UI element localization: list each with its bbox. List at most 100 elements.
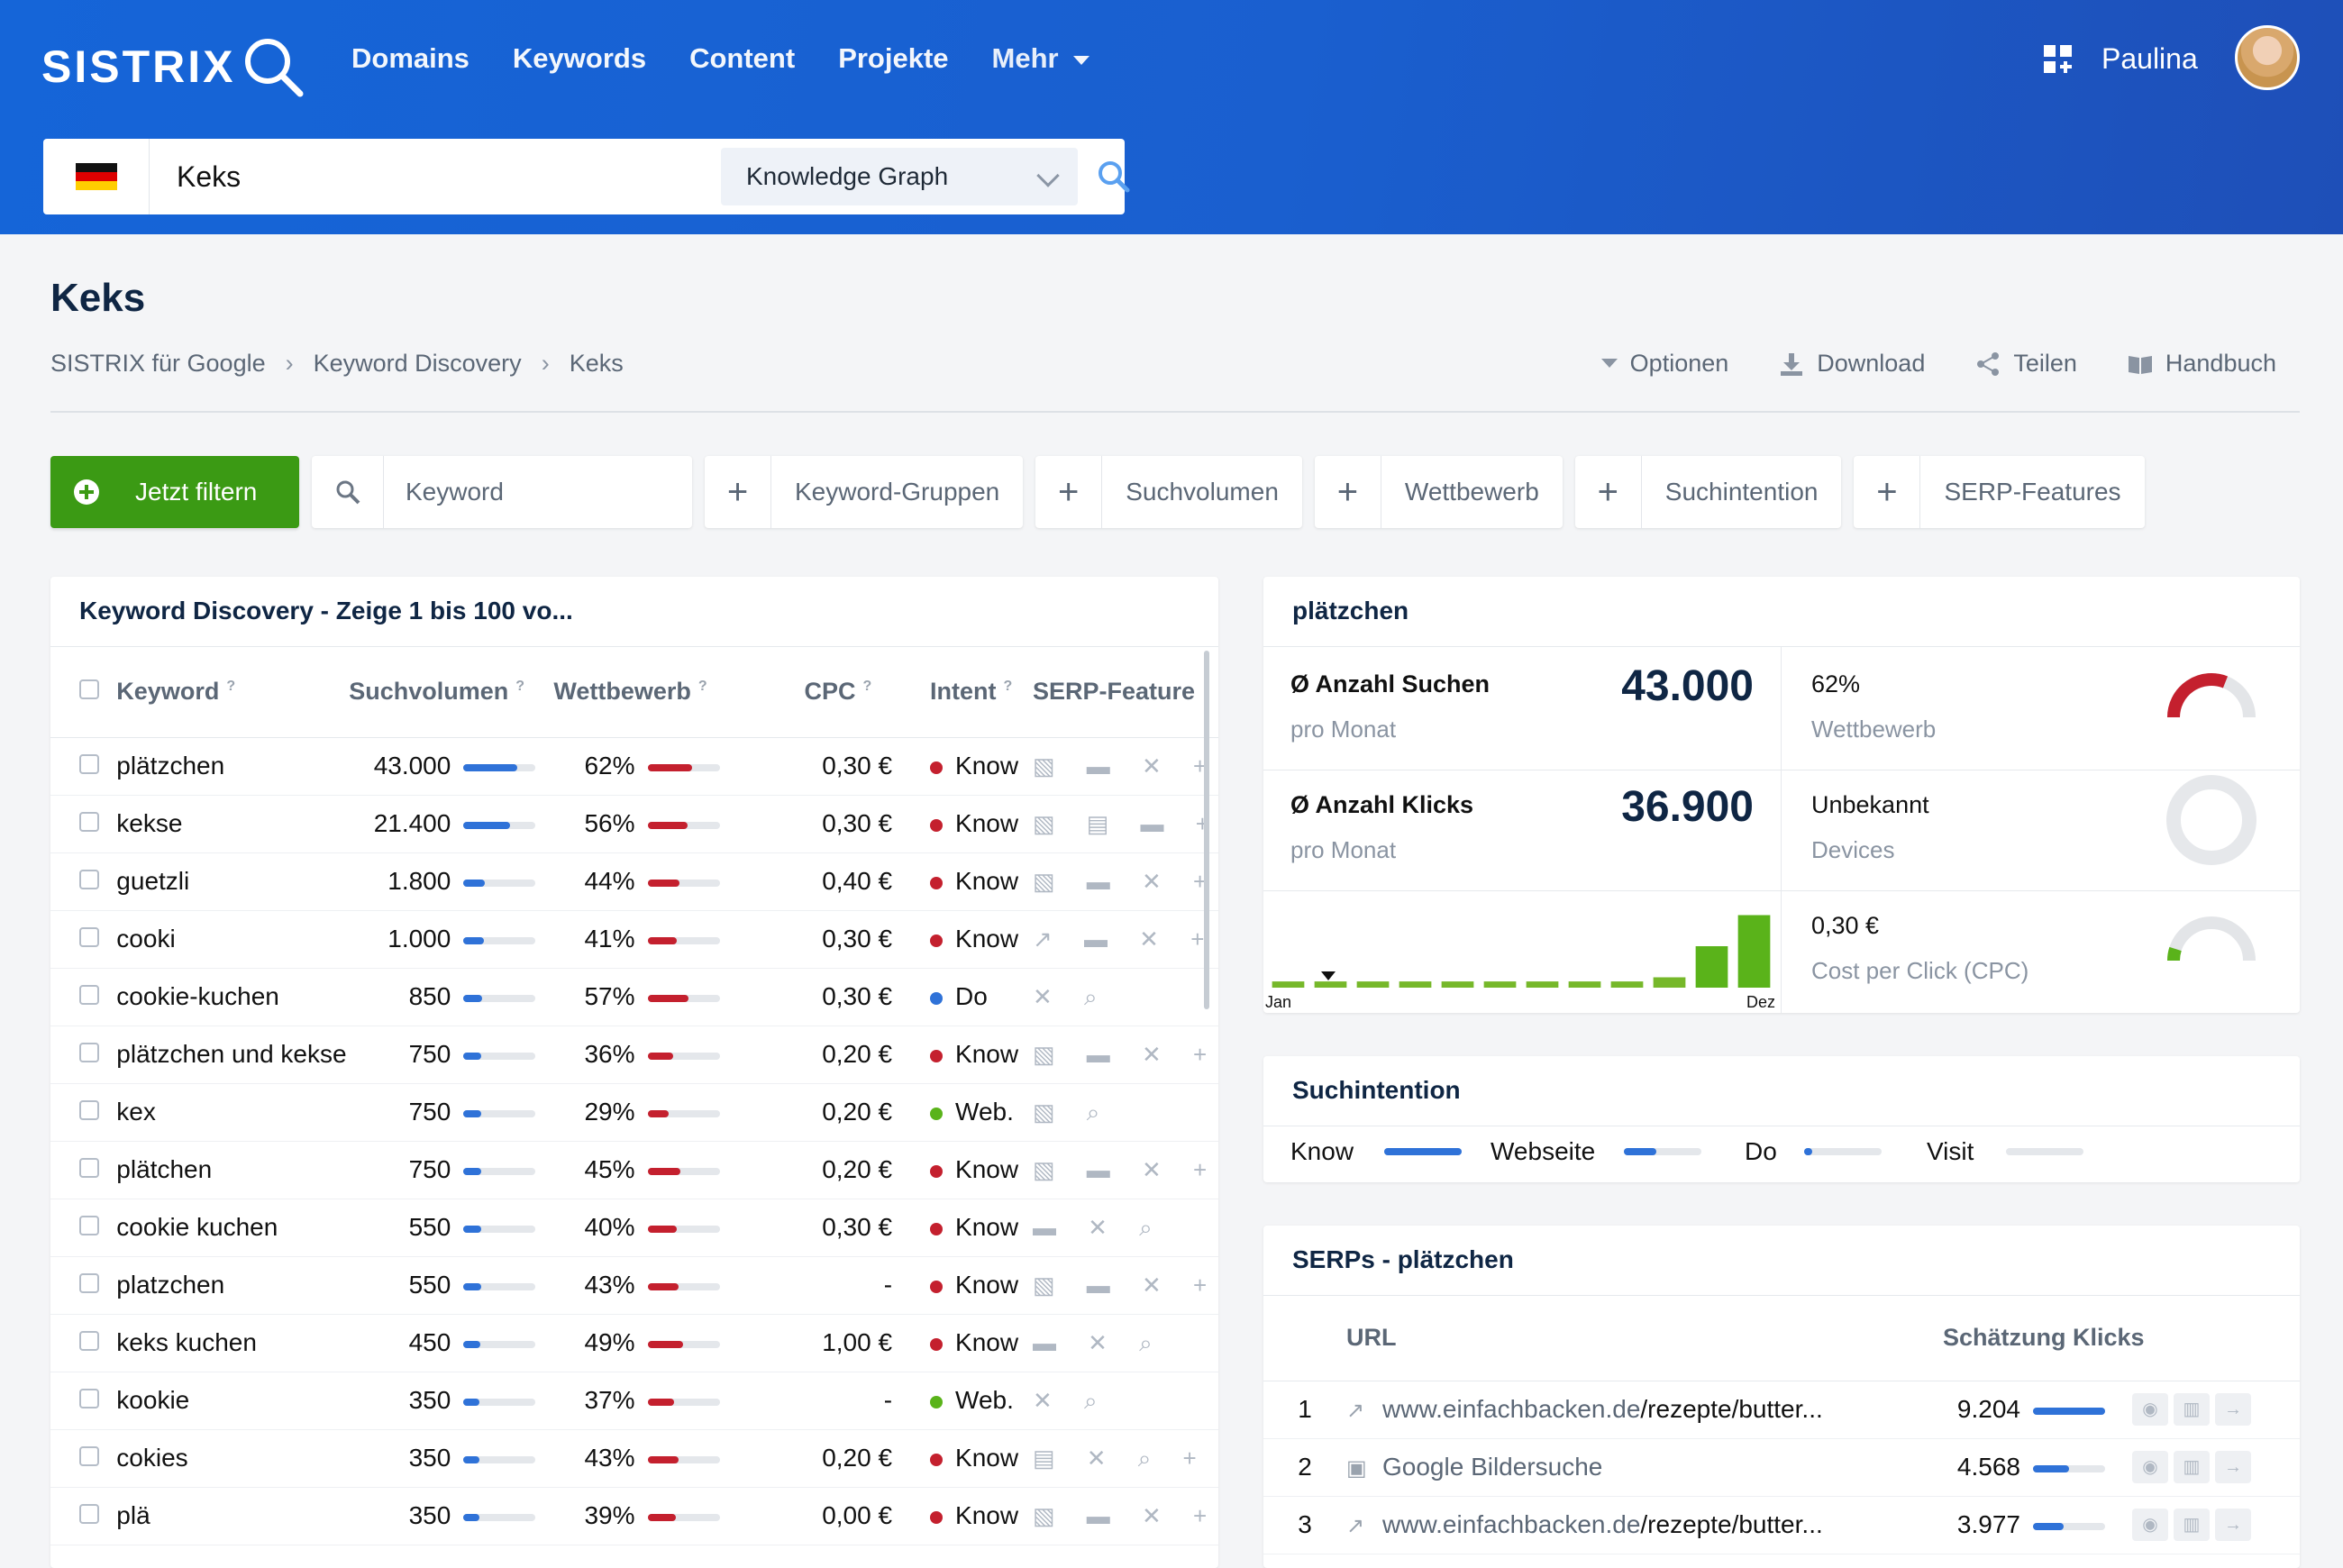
help-icon[interactable]: ? (698, 679, 707, 694)
apps-grid-icon[interactable] (2044, 45, 2073, 74)
help-icon[interactable]: ? (226, 679, 235, 694)
table-row[interactable]: keks kuchen 450 49% 1,00 € Know ▬ ✕ ⌕ (50, 1314, 1218, 1372)
keyword-link[interactable]: plätzchen (116, 752, 224, 779)
table-row[interactable]: kookie 350 37% - Web. ✕ ⌕ (50, 1372, 1218, 1430)
row-checkbox[interactable] (79, 1216, 99, 1235)
row-checkbox[interactable] (79, 1158, 99, 1178)
user-name[interactable]: Paulina (2101, 36, 2198, 81)
row-checkbox[interactable] (79, 1504, 99, 1524)
filter-search-intent[interactable]: + Suchintention (1574, 456, 1842, 528)
arrow-right-icon[interactable]: → (2215, 1451, 2251, 1483)
arrow-right-icon[interactable]: → (2215, 1393, 2251, 1426)
filter-serp-features[interactable]: + SERP-Features (1854, 456, 2145, 528)
row-checkbox[interactable] (79, 1273, 99, 1293)
table-row[interactable]: cooki 1.000 41% 0,30 € Know ↗ ▬ ✕ + (50, 910, 1218, 969)
search-mode-select[interactable]: Knowledge Graph (721, 148, 1078, 205)
row-checkbox[interactable] (79, 1389, 99, 1408)
row-checkbox[interactable] (79, 754, 99, 774)
keyword-link[interactable]: plätzchen und kekse (116, 1040, 346, 1068)
serp-feature-icons[interactable]: ✕ ⌕ (1033, 1387, 1110, 1414)
table-row[interactable]: plätzchen 43.000 62% 0,30 € Know ▧ ▬ ✕ + (50, 737, 1218, 796)
search-icon[interactable] (1096, 159, 1132, 195)
breadcrumb-item[interactable]: Keyword Discovery (314, 350, 522, 378)
table-row[interactable]: 3 ↗ www.einfachbacken.de/rezepte/butter...… (1263, 1496, 2300, 1554)
serp-feature-icons[interactable]: ↗ ▬ ✕ + (1033, 925, 1217, 953)
nav-more[interactable]: Mehr (992, 36, 1089, 81)
nav-content[interactable]: Content (689, 36, 795, 81)
row-checkbox[interactable] (79, 870, 99, 889)
keyword-link[interactable]: kekse (116, 809, 182, 837)
table-row[interactable]: 2 ▣ Google Bildersuche 4.568 ◉ ▥ → (1263, 1438, 2300, 1497)
manual-button[interactable]: Handbuch (2128, 350, 2276, 378)
row-checkbox[interactable] (79, 1331, 99, 1351)
keyword-link[interactable]: cokies (116, 1444, 187, 1472)
avatar[interactable] (2235, 25, 2300, 90)
serp-feature-icons[interactable]: ▧ ▤ ▬ + (1033, 810, 1218, 837)
keyword-link[interactable]: cookie kuchen (116, 1213, 278, 1241)
search-input[interactable]: Keks (177, 160, 726, 194)
options-button[interactable]: Optionen (1600, 350, 1728, 378)
table-row[interactable]: cokies 350 43% 0,20 € Know ▤ ✕ ⌕ + (50, 1429, 1218, 1488)
external-link-icon[interactable]: ↗ (1346, 1513, 1373, 1539)
keyword-link[interactable]: cooki (116, 925, 175, 953)
filter-search-volume[interactable]: + Suchvolumen (1035, 456, 1302, 528)
table-row[interactable]: 1 ↗ www.einfachbacken.de/rezepte/butter...… (1263, 1381, 2300, 1439)
view-icon[interactable]: ◉ (2132, 1393, 2168, 1426)
table-row[interactable]: cookie-kuchen 850 57% 0,30 € Do ✕ ⌕ (50, 968, 1218, 1026)
result-url[interactable]: Google Bildersuche (1382, 1453, 1602, 1481)
serp-feature-icons[interactable]: ▬ ✕ ⌕ (1033, 1214, 1165, 1241)
table-row[interactable]: guetzli 1.800 44% 0,40 € Know ▧ ▬ ✕ + (50, 852, 1218, 911)
keyword-link[interactable]: keks kuchen (116, 1328, 257, 1356)
help-icon[interactable]: ? (515, 679, 524, 694)
serp-feature-icons[interactable]: ▧ ▬ ✕ + (1033, 1272, 1218, 1299)
help-icon[interactable]: ? (1004, 679, 1013, 694)
chart-icon[interactable]: ▥ (2174, 1451, 2210, 1483)
col-cpc[interactable]: CPC? (737, 647, 904, 738)
nav-projekte[interactable]: Projekte (838, 36, 948, 81)
serp-feature-icons[interactable]: ▧ ⌕ (1033, 1099, 1112, 1126)
serp-feature-icons[interactable]: ▧ ▬ ✕ + (1033, 1502, 1218, 1529)
row-checkbox[interactable] (79, 1043, 99, 1062)
arrow-right-icon[interactable]: → (2215, 1509, 2251, 1541)
keyword-link[interactable]: kex (116, 1098, 156, 1126)
filter-keyword-groups[interactable]: + Keyword-Gruppen (705, 456, 1024, 528)
table-row[interactable]: plätzchen und kekse 750 36% 0,20 € Know ▧ ▬ ✕… (50, 1026, 1218, 1084)
select-all-checkbox[interactable] (79, 679, 99, 700)
keyword-link[interactable]: guetzli (116, 867, 189, 895)
nav-keywords[interactable]: Keywords (513, 36, 646, 81)
table-row[interactable]: plätchen 750 45% 0,20 € Know ▧ ▬ ✕ + (50, 1141, 1218, 1199)
row-checkbox[interactable] (79, 812, 99, 832)
table-row[interactable]: kex 750 29% 0,20 € Web. ▧ ⌕ (50, 1083, 1218, 1142)
row-checkbox[interactable] (79, 927, 99, 947)
download-button[interactable]: Download (1779, 350, 1925, 378)
keyword-link[interactable]: kookie (116, 1386, 189, 1414)
image-search-icon[interactable]: ▣ (1346, 1455, 1373, 1481)
filter-competition[interactable]: + Wettbewerb (1314, 456, 1563, 528)
share-button[interactable]: Teilen (1975, 350, 2077, 378)
chart-icon[interactable]: ▥ (2174, 1509, 2210, 1541)
keyword-link[interactable]: plä (116, 1501, 150, 1529)
help-icon[interactable]: ? (863, 679, 872, 694)
col-volume[interactable]: Suchvolumen? (349, 647, 554, 738)
serp-feature-icons[interactable]: ▬ ✕ ⌕ (1033, 1329, 1165, 1356)
row-checkbox[interactable] (79, 1446, 99, 1466)
sistrix-logo[interactable]: SISTRIX (41, 31, 305, 103)
serp-feature-icons[interactable]: ▧ ▬ ✕ + (1033, 1041, 1218, 1068)
external-link-icon[interactable]: ↗ (1346, 1398, 1373, 1424)
table-scrollbar[interactable] (1204, 651, 1209, 1009)
serp-feature-icons[interactable]: ▧ ▬ ✕ + (1033, 752, 1218, 779)
col-url[interactable]: URL (1346, 1296, 1925, 1381)
nav-domains[interactable]: Domains (351, 36, 470, 81)
serp-feature-icons[interactable]: ▧ ▬ ✕ + (1033, 868, 1218, 895)
col-keyword[interactable]: Keyword? (116, 647, 350, 738)
keyword-link[interactable]: plätchen (116, 1155, 212, 1183)
col-intent[interactable]: Intent? (903, 647, 1033, 738)
keyword-link[interactable]: cookie-kuchen (116, 982, 279, 1010)
col-competition[interactable]: Wettbewerb? (553, 647, 738, 738)
keyword-link[interactable]: platzchen (116, 1271, 224, 1299)
col-clicks[interactable]: Schätzung Klicks (1925, 1296, 2300, 1381)
row-checkbox[interactable] (79, 985, 99, 1005)
table-row[interactable]: cookie kuchen 550 40% 0,30 € Know ▬ ✕ ⌕ (50, 1199, 1218, 1257)
apply-filter-button[interactable]: Jetzt filtern (50, 456, 299, 528)
row-checkbox[interactable] (79, 1100, 99, 1120)
